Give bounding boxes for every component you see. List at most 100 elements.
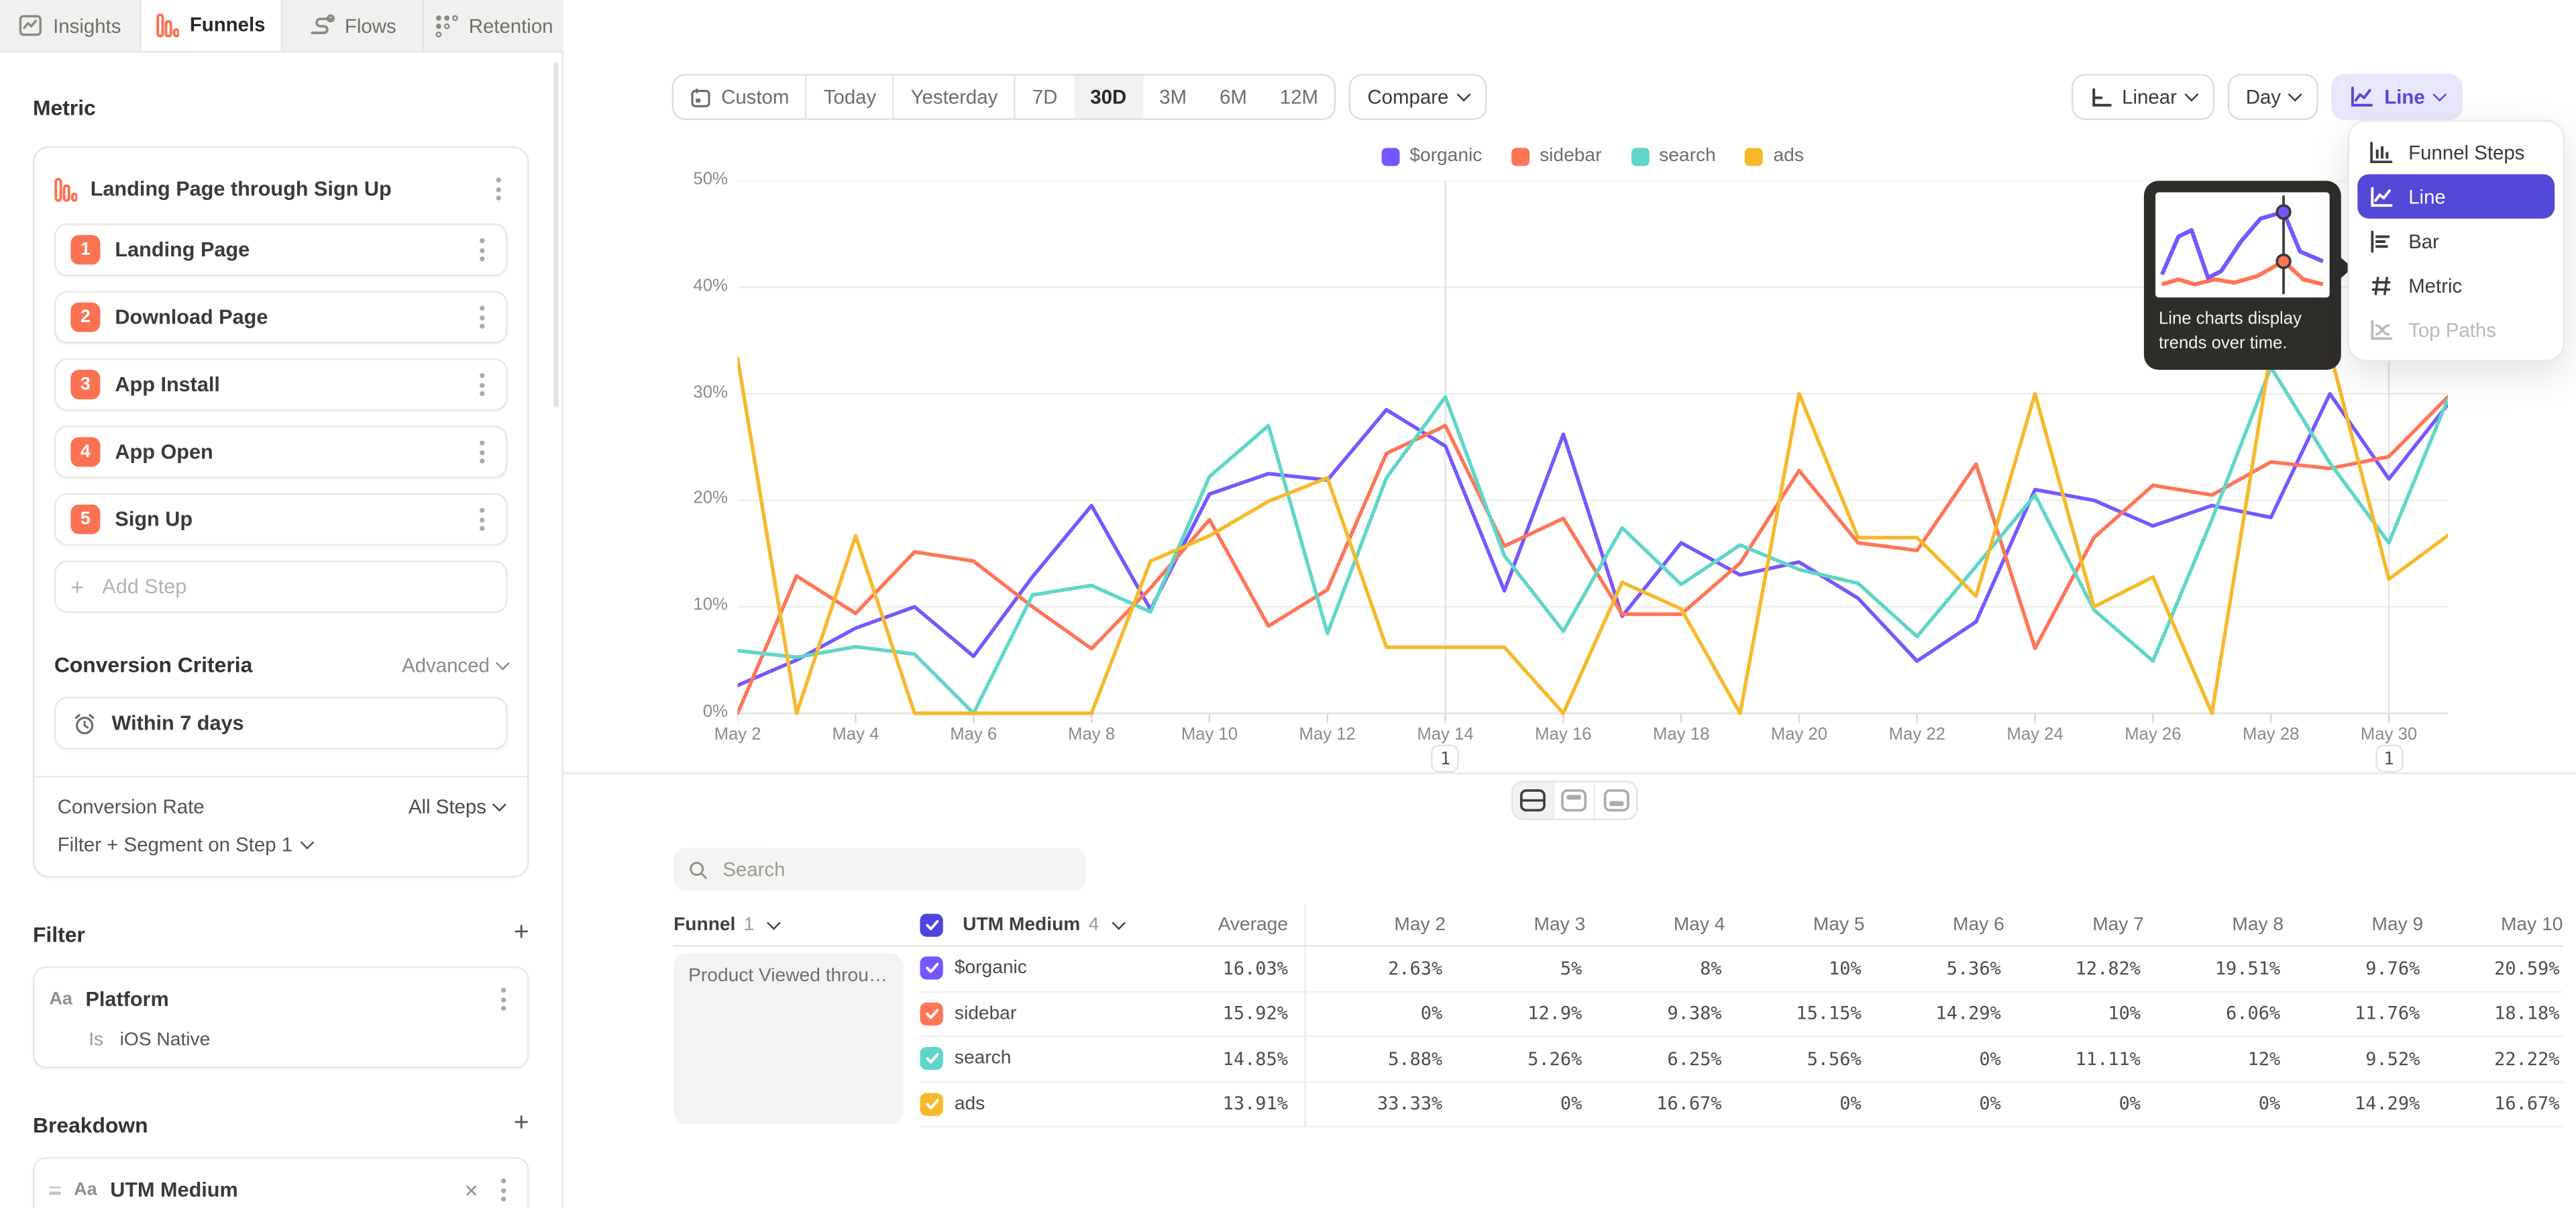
table-cell-average: 13.91%: [1150, 1083, 1306, 1127]
table-group-label[interactable]: Product Viewed through P...: [674, 953, 904, 1124]
funnel-step[interactable]: 3App Install: [54, 358, 508, 411]
layout-table-only-toggle[interactable]: [1595, 783, 1636, 819]
table-header-day: May 5: [1725, 904, 1864, 947]
legend-label: search: [1659, 146, 1716, 166]
filter-condition[interactable]: Is iOS Native: [89, 1031, 513, 1050]
add-step-button[interactable]: + Add Step: [54, 560, 508, 613]
advanced-dropdown[interactable]: Advanced: [402, 653, 508, 676]
row-checkbox[interactable]: [920, 1002, 943, 1025]
breakdown-card[interactable]: Aa UTM Medium ×: [33, 1157, 529, 1208]
table-header-funnel[interactable]: Funnel1: [674, 904, 920, 947]
bar-chart-icon: [2369, 230, 2394, 252]
filter-property: Platform: [86, 988, 482, 1011]
breakdown-kebab-icon[interactable]: [494, 1172, 513, 1208]
funnel-kebab-icon[interactable]: [490, 171, 508, 207]
step-kebab-icon[interactable]: [473, 232, 491, 268]
legend-item-search[interactable]: search: [1631, 146, 1716, 166]
x-axis-label: May 8: [1042, 725, 1141, 744]
legend-item-organic[interactable]: $organic: [1382, 146, 1483, 166]
x-axis-label: May 10: [1160, 725, 1258, 744]
tab-label: Retention: [469, 14, 553, 37]
table-cell-value: 9.38%: [1585, 992, 1725, 1037]
funnel-title-row[interactable]: Landing Page through Sign Up: [54, 168, 508, 211]
chevron-down-icon: [301, 836, 315, 850]
table-cell-value: 11.76%: [2284, 992, 2423, 1037]
legend-item-sidebar[interactable]: sidebar: [1511, 146, 1601, 166]
table-cell-value: 2.63%: [1306, 947, 1446, 992]
layout-toggle-group: [1511, 781, 1638, 820]
table-cell-value: 16.67%: [2423, 1083, 2563, 1127]
step-label: App Install: [115, 373, 458, 396]
table-cell-value: 10%: [2004, 992, 2144, 1037]
drag-handle-icon[interactable]: [49, 1186, 60, 1194]
table-header-day: May 2: [1306, 904, 1446, 947]
x-axis-label: May 30: [2340, 725, 2438, 744]
annotation-badge[interactable]: 1: [2375, 744, 2403, 772]
table-cell-value: 19.51%: [2144, 947, 2284, 992]
layout-split-toggle[interactable]: [1513, 783, 1554, 819]
report-tabs: Insights Funnels Flows Retention: [0, 0, 564, 52]
step-kebab-icon[interactable]: [473, 501, 491, 538]
series-line-ads[interactable]: [738, 351, 2448, 713]
legend-item-ads[interactable]: ads: [1746, 146, 1804, 166]
remove-breakdown-icon[interactable]: ×: [462, 1176, 482, 1203]
table-cell-value: 5.56%: [1725, 1037, 1864, 1082]
row-checkbox[interactable]: [920, 1048, 943, 1070]
all-steps-dropdown[interactable]: All Steps: [409, 795, 504, 818]
search-input[interactable]: [719, 856, 1071, 883]
table-header-day: May 4: [1585, 904, 1725, 947]
menu-item-line[interactable]: Line: [2357, 174, 2555, 219]
funnel-steps-list: 1Landing Page 2Download Page 3App Install 4…: [54, 223, 508, 546]
tab-insights[interactable]: Insights: [0, 0, 142, 51]
chevron-down-icon: [767, 915, 781, 929]
filter-card[interactable]: Aa Platform Is iOS Native: [33, 966, 529, 1068]
annotation-badge[interactable]: 1: [1432, 744, 1460, 772]
row-checkbox[interactable]: [920, 957, 943, 980]
funnel-step[interactable]: 1Landing Page: [54, 223, 508, 276]
x-axis-label: May 16: [1514, 725, 1613, 744]
tab-label: Insights: [53, 14, 121, 37]
table-header-breakdown[interactable]: UTM Medium4: [920, 904, 1150, 947]
add-filter-button[interactable]: +: [514, 920, 529, 946]
menu-item-metric[interactable]: Metric: [2357, 263, 2555, 307]
row-checkbox[interactable]: [920, 1093, 943, 1115]
select-all-checkbox[interactable]: [920, 913, 943, 936]
menu-item-funnel-steps[interactable]: Funnel Steps: [2357, 130, 2555, 174]
table-cell-value: 12.82%: [2004, 947, 2144, 992]
table-row-name: search: [920, 1037, 1150, 1082]
chevron-down-icon: [1112, 915, 1126, 929]
step-kebab-icon[interactable]: [473, 366, 491, 403]
sidebar-scrollbar[interactable]: [553, 62, 558, 407]
table-header-average: Average: [1150, 904, 1306, 947]
filter-kebab-icon[interactable]: [494, 981, 513, 1017]
tab-funnels[interactable]: Funnels: [142, 0, 283, 51]
layout-chart-only-toggle[interactable]: [1554, 783, 1595, 819]
tab-flows[interactable]: Flows: [282, 0, 424, 51]
funnel-step[interactable]: 5Sign Up: [54, 493, 508, 546]
table-cell-value: 8%: [1585, 947, 1725, 992]
funnel-step[interactable]: 2Download Page: [54, 291, 508, 343]
top-paths-icon: [2369, 318, 2394, 341]
add-breakdown-button[interactable]: +: [514, 1111, 529, 1138]
conversion-window-button[interactable]: Within 7 days: [54, 697, 508, 749]
x-axis-label: May 14: [1396, 725, 1495, 744]
chevron-down-icon: [492, 798, 506, 812]
table-header-day: May 10: [2423, 904, 2563, 947]
segment-name: sidebar: [955, 1004, 1016, 1023]
y-axis-label: 10%: [659, 595, 728, 615]
table-cell-average: 14.85%: [1150, 1037, 1306, 1082]
tab-retention[interactable]: Retention: [424, 0, 564, 51]
step-kebab-icon[interactable]: [473, 434, 491, 470]
menu-item-bar[interactable]: Bar: [2357, 219, 2555, 263]
breakdown-heading-row: Breakdown +: [33, 1111, 529, 1138]
funnel-metric-icon: [54, 177, 77, 201]
table-cell-average: 15.92%: [1150, 992, 1306, 1037]
report-main: CustomTodayYesterday7D30D3M6M12M Compare…: [564, 52, 2576, 1208]
table-cell-value: 5.36%: [1865, 947, 2004, 992]
step-kebab-icon[interactable]: [473, 299, 491, 336]
card-footer: Conversion Rate All Steps Filter + Segme…: [34, 776, 527, 876]
funnel-step[interactable]: 4App Open: [54, 425, 508, 478]
series-line-organic[interactable]: [738, 394, 2448, 685]
table-cell-value: 16.67%: [1585, 1083, 1725, 1127]
filter-segment-dropdown[interactable]: Filter + Segment on Step 1: [58, 834, 504, 856]
